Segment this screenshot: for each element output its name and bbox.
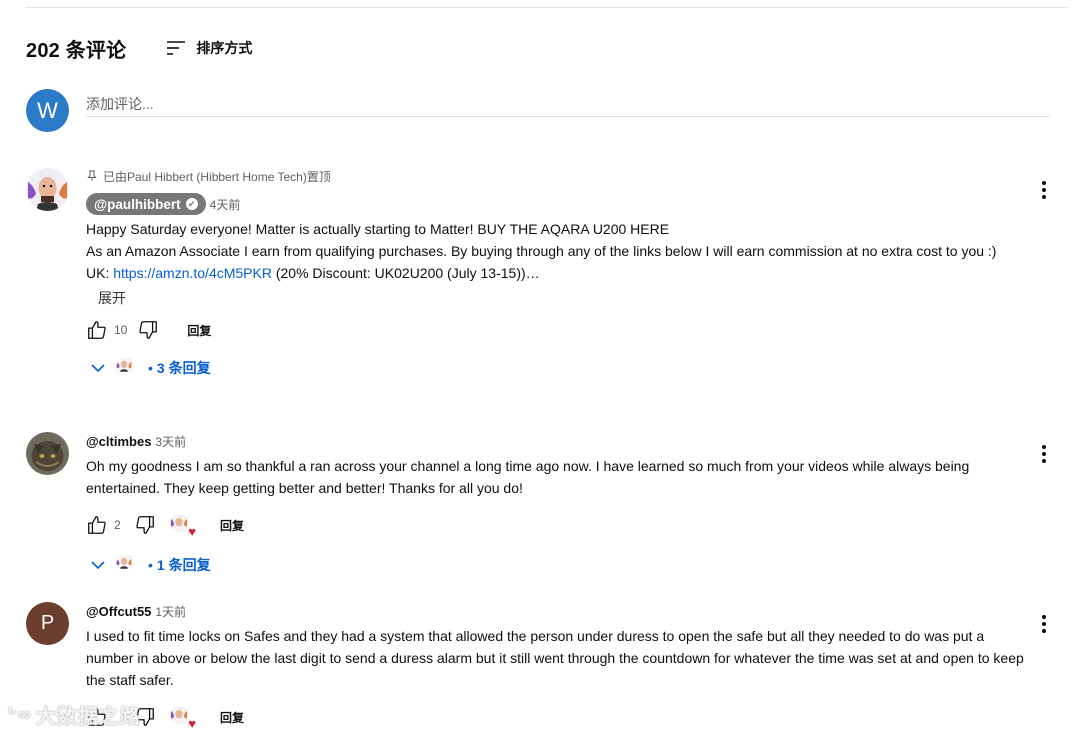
- pin-icon: [87, 170, 97, 181]
- comment-meta: @Offcut55 1天前: [86, 602, 1056, 620]
- comment-link-line: UK: https://amzn.to/4cM5PKR (20% Discoun…: [86, 262, 1026, 284]
- replies-count: 1 条回复: [156, 557, 211, 573]
- reply-button[interactable]: 回复: [220, 517, 244, 534]
- author-handle[interactable]: @paulhibbert ✔: [86, 193, 206, 215]
- dislike-button[interactable]: [134, 514, 156, 536]
- creator-heart-icon: ♥: [170, 514, 196, 538]
- add-comment-input[interactable]: [86, 89, 1050, 117]
- like-count: 10: [114, 323, 128, 337]
- comment-actions: ♥ 回复: [86, 705, 1056, 730]
- like-button[interactable]: [86, 319, 108, 341]
- comment-link[interactable]: https://amzn.to/4cM5PKR: [113, 265, 272, 281]
- watermark: ᒡ∞ 大数据之路: [8, 700, 141, 729]
- sort-button[interactable]: 排序方式: [164, 36, 252, 60]
- verified-check-icon: ✔: [185, 198, 198, 210]
- top-divider: [26, 7, 1068, 8]
- comment-text: Happy Saturday everyone! Matter is actua…: [86, 218, 1026, 284]
- author-handle[interactable]: @Offcut55: [86, 604, 151, 619]
- sort-icon: [167, 41, 186, 55]
- thumbs-down-icon: [136, 516, 154, 534]
- reply-button[interactable]: 回复: [187, 322, 211, 339]
- pinned-text: 已由Paul Hibbert (Hibbert Home Tech)置顶: [103, 169, 331, 184]
- add-comment-row: W: [26, 89, 1050, 133]
- chevron-down-icon: [91, 364, 105, 373]
- more-vert-icon[interactable]: [1032, 612, 1056, 636]
- comment-count: 202 条评论: [26, 39, 127, 62]
- creator-avatar-mini: [116, 357, 142, 379]
- watermark-text: 大数据之路: [35, 706, 141, 728]
- expand-button[interactable]: 展开: [98, 288, 126, 308]
- comment-body: @Offcut55 1天前 I used to fit time locks o…: [86, 602, 1056, 731]
- comment-actions: 2 ♥ 回复: [86, 513, 1056, 538]
- comment-text: I used to fit time locks on Safes and th…: [86, 628, 1024, 688]
- like-count: 2: [114, 518, 121, 532]
- avatar[interactable]: P: [26, 602, 69, 645]
- creator-heart-icon: ♥: [170, 706, 196, 730]
- author-handle-text: @paulhibbert: [94, 196, 181, 212]
- thumbs-down-icon: [139, 321, 158, 339]
- thumbs-up-icon: [88, 516, 106, 534]
- avatar[interactable]: [26, 168, 69, 211]
- comment-meta: @cltimbes 3天前: [86, 432, 1056, 450]
- sort-label: 排序方式: [196, 40, 253, 56]
- comment-body: 已由Paul Hibbert (Hibbert Home Tech)置顶 @pa…: [86, 168, 1056, 380]
- reply-button[interactable]: 回复: [220, 709, 244, 726]
- more-vert-icon[interactable]: [1032, 178, 1056, 202]
- comment-line: Happy Saturday everyone! Matter is actua…: [86, 221, 670, 237]
- comment-actions: 10 回复: [86, 318, 1056, 342]
- comment-meta: @paulhibbert ✔ 4天前: [86, 193, 1056, 215]
- avatar[interactable]: W: [26, 89, 69, 132]
- view-replies-button[interactable]: • 1 条回复: [90, 553, 1056, 577]
- comments-header: 202 条评论 排序方式: [26, 34, 252, 62]
- replies-dot: •: [148, 557, 153, 573]
- link-prefix: UK:: [86, 265, 114, 281]
- avatar[interactable]: [26, 432, 69, 475]
- replies-dot: •: [148, 360, 153, 376]
- thumbs-up-icon: [88, 321, 106, 339]
- comment-line: As an Amazon Associate I earn from quali…: [86, 243, 997, 259]
- comment-body: @cltimbes 3天前 Oh my goodness I am so tha…: [86, 432, 1056, 577]
- more-vert-icon[interactable]: [1032, 442, 1056, 466]
- creator-avatar-mini: [116, 554, 142, 576]
- watermark-logo-icon: ᒡ∞: [8, 704, 32, 724]
- dislike-button[interactable]: [137, 319, 159, 341]
- comment-time[interactable]: 1天前: [155, 603, 186, 620]
- link-suffix: (20% Discount: UK02U200 (July 13-15))…: [271, 265, 540, 281]
- pinned-indicator: 已由Paul Hibbert (Hibbert Home Tech)置顶: [86, 168, 1056, 184]
- view-replies-button[interactable]: • 3 条回复: [90, 356, 1056, 380]
- author-handle[interactable]: @cltimbes: [86, 434, 151, 449]
- comment-text: Oh my goodness I am so thankful a ran ac…: [86, 458, 970, 496]
- chevron-down-icon: [91, 561, 105, 570]
- comment-time[interactable]: 3天前: [155, 433, 186, 450]
- like-button[interactable]: [86, 514, 108, 536]
- comment-time[interactable]: 4天前: [210, 196, 241, 213]
- replies-count: 3 条回复: [156, 360, 211, 376]
